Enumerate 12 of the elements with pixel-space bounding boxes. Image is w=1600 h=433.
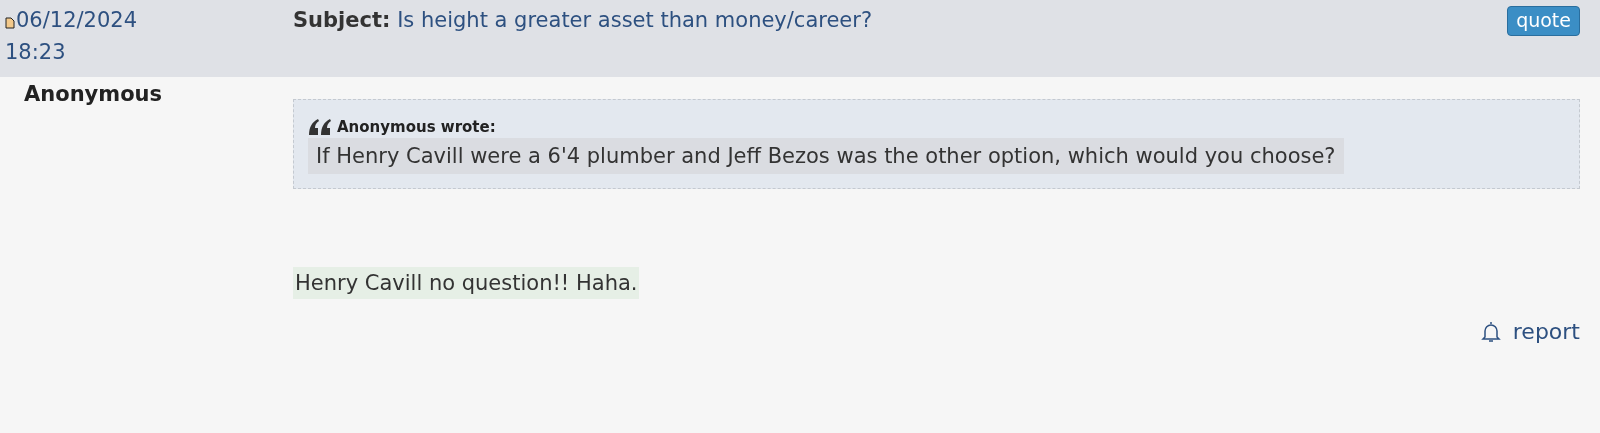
quote-mark-icon: [308, 118, 332, 136]
reply-text: Henry Cavill no question!! Haha.: [293, 267, 640, 299]
bell-icon: [1480, 319, 1501, 344]
quote-button[interactable]: quote: [1507, 6, 1580, 36]
quoted-text: If Henry Cavill were a 6'4 plumber and Jeff Bezos was the other option, which would you choose?: [308, 138, 1344, 174]
post-subject: Subject: Is height a greater asset than money/career?: [293, 7, 874, 34]
post-time[interactable]: 18:23: [5, 36, 293, 68]
quote-attribution: Anonymous wrote:: [337, 118, 496, 136]
document-icon: [5, 17, 15, 29]
report-link[interactable]: report: [1480, 319, 1580, 344]
post-date[interactable]: 06/12/2024: [16, 4, 138, 36]
author-name: Anonymous: [23, 81, 164, 108]
